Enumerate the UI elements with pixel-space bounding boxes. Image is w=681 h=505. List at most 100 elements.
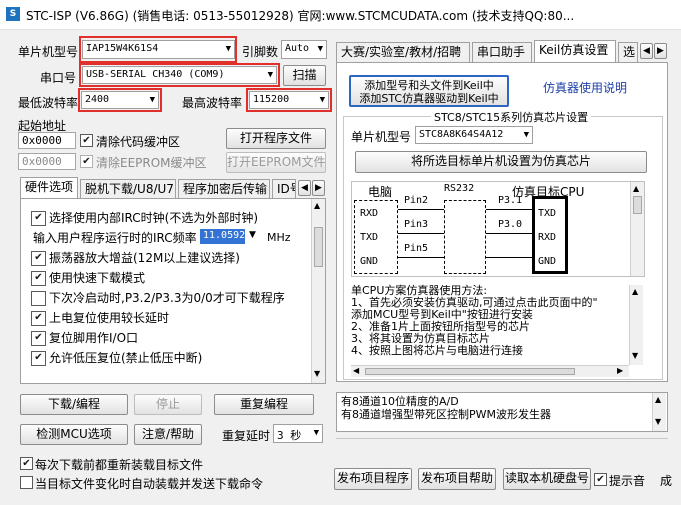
scroll-down-icon[interactable]: ▼ [314,369,320,378]
pin3-label: Pin3 [404,219,429,230]
irc-frequency-dropdown-icon[interactable]: ▼ [249,230,256,240]
publish-help-button[interactable]: 发布项目帮助 [418,468,496,490]
rs232-box [444,200,486,274]
repeat-delay-select[interactable]: 3 秒 ▼ [273,424,323,443]
option-checkbox[interactable]: ✔ [31,311,46,326]
scroll-left-icon[interactable]: ◀ [353,366,359,375]
option-checkbox[interactable]: ✔ [31,331,46,346]
status-scrollbar[interactable]: ▲ ▼ [652,393,666,431]
detect-mcu-button[interactable]: 检测MCU选项 [20,424,128,445]
scroll-up-icon[interactable]: ▲ [314,201,320,210]
publish-program-button[interactable]: 发布项目程序 [334,468,412,490]
max-baud-select[interactable]: 115200 ▼ [249,91,329,109]
com-port-value: USB-SERIAL CH340 (COM9) [86,69,225,80]
instructions-h-scrollbar[interactable]: ◀ ▶ [351,365,629,377]
min-baud-select[interactable]: 2400 ▼ [81,91,159,109]
keil-settings-panel: 添加型号和头文件到Keil中 添加STC仿真器驱动到Keil中 仿真器使用说明 … [336,62,668,382]
com-port-select[interactable]: USB-SERIAL CH340 (COM9) ▼ [82,66,277,84]
wire [398,233,444,234]
com-port-label: 串口号 [40,71,77,85]
eeprom-address-input[interactable]: 0x0000 [18,153,76,170]
irc-frequency-input[interactable]: 11.0592 [200,229,245,244]
clear-code-checkbox[interactable]: ✔ [80,134,93,147]
pin2-label: Pin2 [404,195,429,206]
max-baud-label: 最高波特率 [182,96,243,110]
code-address-input[interactable]: 0x0000 [18,132,76,149]
chevron-down-icon: ▼ [313,428,319,438]
tab-encrypted-transfer[interactable]: 程序加密后传输 [178,179,270,198]
option-checkbox[interactable]: ✔ [31,251,46,266]
scan-button[interactable]: 扫描 [283,65,326,86]
min-baud-label: 最低波特率 [18,96,79,110]
repeat-program-button[interactable]: 重复编程 [214,394,314,415]
tab-more[interactable]: 选 [618,42,638,62]
right-tab-scroll-right-button[interactable]: ▶ [654,43,667,59]
chevron-left-icon: ◀ [301,183,308,193]
wire [398,209,444,210]
mcu-model-select[interactable]: IAP15W4K61S4 ▼ [82,40,235,59]
chip-model-select[interactable]: STC8A8K64S4A12 ▼ [415,126,533,144]
scrollbar-thumb[interactable] [314,227,323,267]
irc-frequency-row: 输入用户程序运行时的IRC频率 [33,229,197,246]
option-checkbox[interactable]: ✔ [31,271,46,286]
scroll-up-icon[interactable]: ▲ [633,184,639,193]
auto-load-checkbox[interactable] [20,476,33,489]
pin-count-select[interactable]: Auto ▼ [281,40,327,59]
right-tab-scroll-left-button[interactable]: ◀ [640,43,653,59]
scrollbar-thumb[interactable] [633,196,642,214]
chevron-down-icon: ▼ [319,95,325,105]
download-program-button[interactable]: 下载/编程 [20,394,128,415]
chevron-right-icon: ▶ [315,183,322,193]
target-pin-rxd: RXD [538,232,557,243]
add-to-keil-line-2: 添加STC仿真器驱动到Keil中 [359,92,499,105]
option-checkbox[interactable]: ✔ [31,351,46,366]
scroll-down-icon[interactable]: ▼ [655,417,661,426]
window-title: STC-ISP (V6.86G) (销售电话: 0513-55012928) 官… [26,9,575,23]
set-emulator-chip-button[interactable]: 将所选目标单片机设置为仿真芯片 [355,151,647,173]
scroll-up-icon[interactable]: ▲ [655,395,661,404]
stop-button[interactable]: 停止 [134,394,202,415]
scroll-down-icon[interactable]: ▼ [632,351,638,360]
diagram-scrollbar[interactable]: ▲ [630,182,644,276]
chevron-down-icon: ▼ [225,44,231,54]
help-button[interactable]: 注意/帮助 [134,424,202,445]
options-scrollbar[interactable]: ▲ ▼ [311,199,325,383]
prompt-sound-checkbox[interactable]: ✔ [594,473,607,486]
tab-offline-download[interactable]: 脱机下载/U8/U7 [80,179,176,198]
min-baud-value: 2400 [85,94,110,105]
max-baud-value: 115200 [253,94,290,105]
port-p31-label: P3.1 [498,195,523,206]
open-program-file-button[interactable]: 打开程序文件 [226,128,326,149]
scroll-up-icon[interactable]: ▲ [632,287,638,296]
status-line: 有8通道10位精度的A/D [341,395,459,408]
tab-serial-assistant[interactable]: 串口助手 [472,42,532,62]
tab-scroll-right-button[interactable]: ▶ [312,180,325,196]
reload-before-download-checkbox[interactable]: ✔ [20,457,33,470]
add-to-keil-button[interactable]: 添加型号和头文件到Keil中 添加STC仿真器驱动到Keil中 [349,75,509,107]
pc-pin-txd: TXD [360,232,379,243]
read-disk-id-button[interactable]: 读取本机硬盘号 [503,468,591,490]
tab-id-number[interactable]: ID号 [272,179,296,198]
tab-keil-emulator[interactable]: Keil仿真设置 [534,40,616,62]
tab-scroll-left-button[interactable]: ◀ [298,180,311,196]
port-p30-label: P3.0 [498,219,523,230]
repeat-delay-value: 3 秒 [277,429,302,442]
scrollbar-thumb[interactable] [365,368,575,375]
open-eeprom-file-button[interactable]: 打开EEPROM文件 [226,152,326,173]
scroll-right-icon[interactable]: ▶ [617,366,623,375]
pin-count-value: Auto [285,43,310,54]
clear-eeprom-checkbox[interactable]: ✔ [80,155,93,168]
emulator-help-link[interactable]: 仿真器使用说明 [543,79,627,96]
instructions-scrollbar[interactable]: ▲ ▼ [629,285,643,365]
add-to-keil-line-1: 添加型号和头文件到Keil中 [364,79,494,92]
irc-frequency-unit: MHz [267,231,291,244]
repeat-delay-label: 重复延时 [222,429,271,443]
pc-pin-gnd: GND [360,256,379,267]
tab-competition[interactable]: 大赛/实验室/教材/招聘 [336,42,470,62]
chevron-down-icon: ▼ [267,70,273,80]
clear-code-label: 清除代码缓冲区 [96,135,181,149]
option-checkbox[interactable] [31,291,46,306]
option-checkbox[interactable]: ✔ [31,211,46,226]
irc-frequency-label: 输入用户程序运行时的IRC频率 [33,231,197,245]
tab-hardware-options[interactable]: 硬件选项 [20,177,78,199]
